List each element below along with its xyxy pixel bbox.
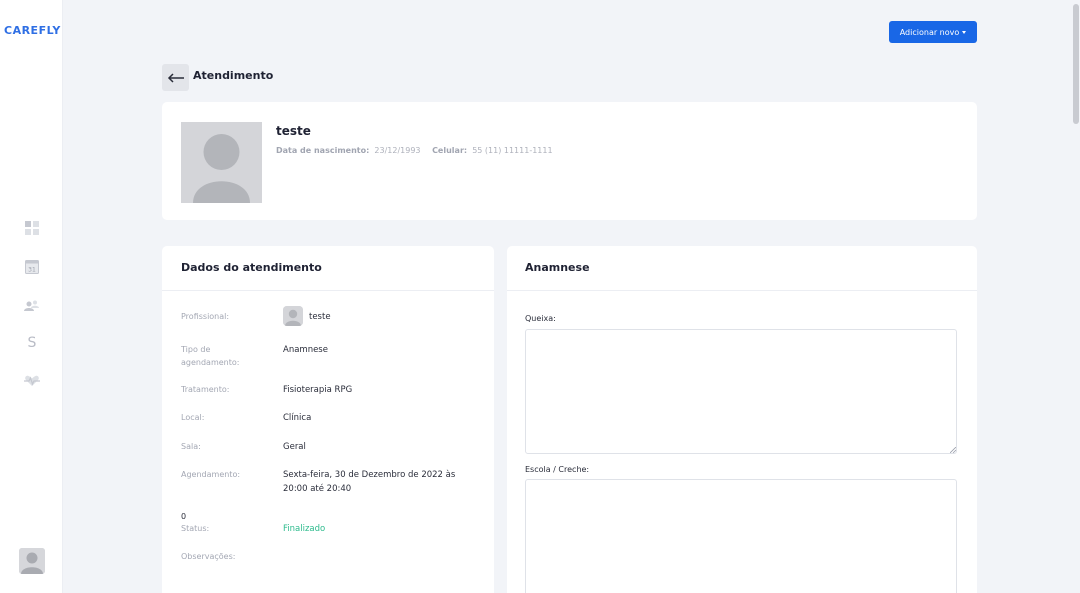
scrollbar[interactable] (1072, 0, 1080, 593)
details-title: Dados do atendimento (181, 261, 322, 274)
agendamento-line1: Sexta-feira, 30 de Dezembro de 2022 às (283, 470, 456, 480)
local-value: Clínica (283, 413, 312, 423)
status-value: Finalizado (283, 524, 326, 534)
tipo-value: Anamnese (283, 345, 328, 355)
phone-label: Celular: (432, 146, 468, 155)
patient-name: teste (276, 124, 311, 138)
escola-textarea[interactable] (525, 479, 957, 593)
add-new-button[interactable]: Adicionar novo (889, 21, 977, 43)
calendar-day-text: 31 (28, 266, 36, 273)
professional-avatar-icon (283, 306, 303, 326)
calendar-icon[interactable]: 31 (23, 257, 41, 275)
tipo-label-line2: agendamento: (181, 358, 240, 367)
divider (162, 290, 494, 291)
sala-label: Sala: (181, 442, 201, 451)
birth-label: Data de nascimento: (276, 146, 370, 155)
resize-handle-icon[interactable] (950, 447, 956, 453)
back-button[interactable] (162, 64, 189, 91)
appointment-details-card: Dados do atendimento Profissional: teste… (162, 246, 494, 593)
page-title: Atendimento (193, 69, 274, 82)
anamnese-card: Anamnese Queixa: Escola / Creche: (507, 246, 977, 593)
anamnese-title: Anamnese (525, 261, 590, 274)
agendamento-line2: 20:00 até 20:40 (283, 484, 352, 494)
divider (507, 290, 977, 291)
scrollbar-thumb[interactable] (1073, 4, 1079, 124)
app-logo[interactable]: CAREFLY (4, 24, 61, 37)
tratamento-label: Tratamento: (181, 385, 230, 394)
observacoes-label: Observações: (181, 552, 236, 561)
queixa-label: Queixa: (525, 314, 556, 323)
escola-label: Escola / Creche: (525, 465, 590, 474)
health-icon[interactable] (23, 372, 41, 390)
agendamento-label: Agendamento: (181, 470, 241, 479)
finance-icon[interactable]: S (23, 334, 41, 352)
patients-icon[interactable] (23, 296, 41, 314)
patient-meta: Data de nascimento: 23/12/1993 Celular: … (276, 146, 562, 155)
profissional-label: Profissional: (181, 312, 230, 321)
status-label: Status: (181, 524, 210, 533)
patient-card: teste Data de nascimento: 23/12/1993 Cel… (162, 102, 977, 220)
sidebar: CAREFLY 31 S (0, 0, 63, 593)
tipo-label-line1: Tipo de (181, 345, 211, 354)
add-new-label: Adicionar novo (899, 27, 960, 37)
tratamento-value: Fisioterapia RPG (283, 385, 353, 395)
arrow-left-icon (167, 72, 184, 83)
profissional-value: teste (309, 312, 331, 322)
user-avatar-icon[interactable] (19, 548, 45, 574)
sala-value: Geral (283, 442, 306, 452)
patient-photo (181, 122, 262, 203)
dashboard-icon[interactable] (23, 219, 41, 237)
caret-down-icon (962, 31, 967, 34)
local-label: Local: (181, 413, 205, 422)
birth-value: 23/12/1993 (374, 146, 421, 155)
phone-value: 55 (11) 11111-1111 (472, 146, 553, 155)
queixa-textarea[interactable] (525, 329, 957, 454)
